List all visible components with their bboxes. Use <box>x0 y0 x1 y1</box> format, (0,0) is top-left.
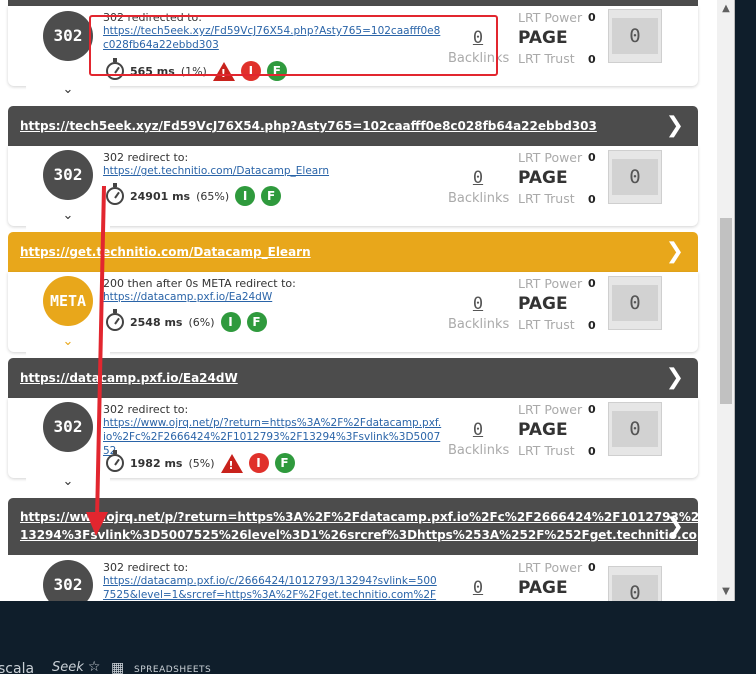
scroll-thumb[interactable] <box>720 218 732 404</box>
seek-label: Seek <box>52 660 84 674</box>
red-annotation-arrow <box>86 185 108 536</box>
browser-viewport: 302 ⌄ 302 redirected to: https://tech5ee… <box>0 0 735 601</box>
star-icon: ☆ <box>87 659 101 674</box>
scala-label[interactable]: scala <box>0 661 34 674</box>
spreadsheets-label[interactable]: SPREADSHEETS <box>134 665 211 674</box>
scroll-down-icon[interactable]: ▼ <box>717 583 734 601</box>
scroll-up-icon[interactable]: ▲ <box>717 0 734 18</box>
seek-logo[interactable]: Seek ☆ <box>52 659 100 674</box>
bottom-taskbar: scala Seek ☆ ▦ SPREADSHEETS <box>0 601 756 674</box>
vertical-scrollbar[interactable]: ▲ ▼ <box>717 0 734 601</box>
spreadsheet-icon[interactable]: ▦ <box>111 660 124 674</box>
